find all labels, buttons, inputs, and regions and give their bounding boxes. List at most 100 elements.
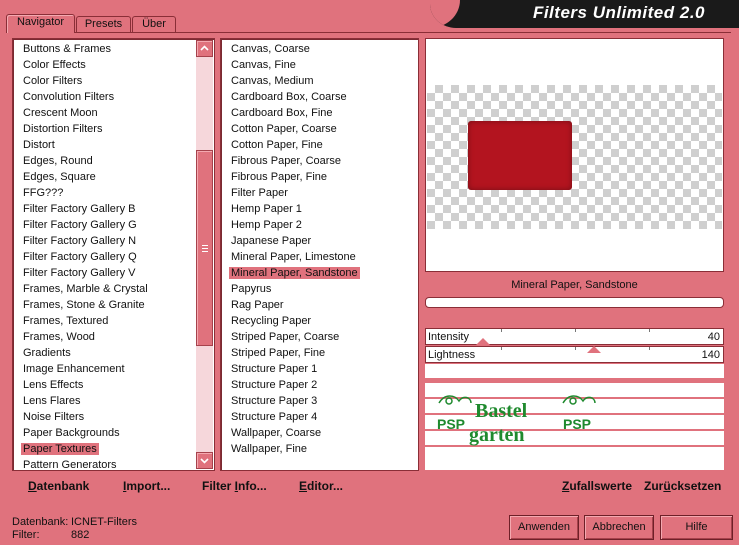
category-item[interactable]: Edges, Square: [13, 169, 214, 185]
filter-item[interactable]: Structure Paper 2: [221, 377, 418, 393]
filter-item-label: Mineral Paper, Sandstone: [229, 267, 360, 279]
filter-item[interactable]: Striped Paper, Coarse: [221, 329, 418, 345]
filter-item-label: Canvas, Coarse: [231, 43, 310, 55]
category-item[interactable]: Paper Textures: [13, 441, 214, 457]
filter-item-label: Structure Paper 4: [231, 411, 318, 423]
category-item-label: Filter Factory Gallery B: [23, 203, 136, 215]
scrollbar-thumb[interactable]: [196, 150, 213, 346]
category-item[interactable]: FFG???: [13, 185, 214, 201]
scroll-up-button[interactable]: [196, 40, 213, 57]
category-item[interactable]: Crescent Moon: [13, 105, 214, 121]
filter-item[interactable]: Hemp Paper 2: [221, 217, 418, 233]
preview-pane[interactable]: [425, 38, 724, 272]
editor-link[interactable]: Editor...: [299, 479, 343, 493]
chevron-up-icon: [200, 45, 209, 51]
slider-thumb[interactable]: [587, 346, 602, 353]
filter-item[interactable]: Wallpaper, Coarse: [221, 425, 418, 441]
filter-item-label: Cardboard Box, Coarse: [231, 91, 347, 103]
filter-item[interactable]: Striped Paper, Fine: [221, 345, 418, 361]
filter-item[interactable]: Mineral Paper, Limestone: [221, 249, 418, 265]
filter-item-label: Recycling Paper: [231, 315, 312, 327]
category-item[interactable]: Frames, Wood: [13, 329, 214, 345]
filter-item[interactable]: Papyrus: [221, 281, 418, 297]
category-item[interactable]: Image Enhancement: [13, 361, 214, 377]
category-list[interactable]: Buttons & Frames Color Effects Color Filte…: [12, 38, 215, 471]
tab-ueber[interactable]: Über: [132, 16, 176, 32]
category-list-items: Buttons & Frames Color Effects Color Filte…: [13, 41, 214, 473]
filter-item-label: Canvas, Medium: [231, 75, 314, 87]
filter-item[interactable]: Fibrous Paper, Fine: [221, 169, 418, 185]
tab-presets[interactable]: Presets: [76, 16, 131, 32]
filter-item[interactable]: Mineral Paper, Sandstone: [221, 265, 418, 281]
filter-item[interactable]: Structure Paper 3: [221, 393, 418, 409]
category-item-label: Filter Factory Gallery Q: [23, 251, 137, 263]
category-item[interactable]: Paper Backgrounds: [13, 425, 214, 441]
filter-item[interactable]: Structure Paper 4: [221, 409, 418, 425]
category-item[interactable]: Gradients: [13, 345, 214, 361]
filter-item[interactable]: Hemp Paper 1: [221, 201, 418, 217]
filter-item-label: Wallpaper, Fine: [231, 443, 308, 455]
category-item-label: FFG???: [23, 187, 64, 199]
slider-thumb[interactable]: [476, 338, 491, 345]
import-link[interactable]: Import...: [123, 479, 170, 493]
category-item-label: Frames, Wood: [23, 331, 95, 343]
category-item-label: Filter Factory Gallery G: [23, 219, 137, 231]
filter-item[interactable]: Fibrous Paper, Coarse: [221, 153, 418, 169]
category-item[interactable]: Edges, Round: [13, 153, 214, 169]
category-item[interactable]: Filter Factory Gallery Q: [13, 249, 214, 265]
filter-item[interactable]: Recycling Paper: [221, 313, 418, 329]
tab-navigator[interactable]: Navigator: [6, 14, 75, 33]
category-item[interactable]: Filter Factory Gallery V: [13, 265, 214, 281]
filter-item[interactable]: Cotton Paper, Fine: [221, 137, 418, 153]
category-item[interactable]: Distort: [13, 137, 214, 153]
help-button[interactable]: Hilfe: [660, 515, 733, 540]
lightness-slider[interactable]: Lightness 140: [425, 346, 724, 363]
category-item[interactable]: Frames, Marble & Crystal: [13, 281, 214, 297]
category-item[interactable]: Convolution Filters: [13, 89, 214, 105]
intensity-slider[interactable]: Intensity 40: [425, 328, 724, 345]
category-item[interactable]: Lens Flares: [13, 393, 214, 409]
filter-item[interactable]: Structure Paper 1: [221, 361, 418, 377]
cancel-button[interactable]: Abbrechen: [584, 515, 654, 540]
filter-item[interactable]: Rag Paper: [221, 297, 418, 313]
filter-item[interactable]: Japanese Paper: [221, 233, 418, 249]
category-item[interactable]: Filter Factory Gallery N: [13, 233, 214, 249]
database-label: Datenbank:: [12, 516, 69, 528]
app-title: Filters Unlimited 2.0: [532, 3, 705, 22]
reset-link[interactable]: Zurücksetzen: [644, 479, 721, 493]
category-item[interactable]: Frames, Stone & Granite: [13, 297, 214, 313]
randomize-link[interactable]: Zufallswerte: [562, 479, 632, 493]
category-item[interactable]: Pattern Generators: [13, 457, 214, 473]
database-link[interactable]: Datenbank: [28, 479, 89, 493]
filter-item[interactable]: Canvas, Fine: [221, 57, 418, 73]
category-item[interactable]: Distortion Filters: [13, 121, 214, 137]
category-item-label: Paper Backgrounds: [23, 427, 120, 439]
category-item[interactable]: Filter Factory Gallery B: [13, 201, 214, 217]
bastelgarten-logo: Bastel garten PSP PSP: [437, 395, 596, 446]
filter-item[interactable]: Cardboard Box, Coarse: [221, 89, 418, 105]
filter-item[interactable]: Canvas, Coarse: [221, 41, 418, 57]
filter-item-label: Structure Paper 1: [231, 363, 318, 375]
filter-item-label: Hemp Paper 2: [231, 219, 302, 231]
filter-item[interactable]: Wallpaper, Fine: [221, 441, 418, 457]
category-item[interactable]: Frames, Textured: [13, 313, 214, 329]
filter-item-label: Wallpaper, Coarse: [231, 427, 322, 439]
category-item[interactable]: Color Effects: [13, 57, 214, 73]
category-item[interactable]: Lens Effects: [13, 377, 214, 393]
scroll-down-button[interactable]: [196, 452, 213, 469]
category-item[interactable]: Color Filters: [13, 73, 214, 89]
filter-info-link[interactable]: Filter Info...: [202, 479, 267, 493]
filter-item[interactable]: Canvas, Medium: [221, 73, 418, 89]
filter-item[interactable]: Filter Paper: [221, 185, 418, 201]
apply-button[interactable]: Anwenden: [509, 515, 579, 540]
category-item-label: Gradients: [23, 347, 71, 359]
filter-item[interactable]: Cotton Paper, Coarse: [221, 121, 418, 137]
filter-list[interactable]: Canvas, Coarse Canvas, Fine Canvas, Medium…: [220, 38, 419, 471]
category-item[interactable]: Buttons & Frames: [13, 41, 214, 57]
category-item[interactable]: Noise Filters: [13, 409, 214, 425]
filter-item[interactable]: Cardboard Box, Fine: [221, 105, 418, 121]
category-item-label: Lens Effects: [23, 379, 84, 391]
filter-item-label: Fibrous Paper, Fine: [231, 171, 327, 183]
category-scrollbar[interactable]: [196, 40, 213, 469]
category-item[interactable]: Filter Factory Gallery G: [13, 217, 214, 233]
